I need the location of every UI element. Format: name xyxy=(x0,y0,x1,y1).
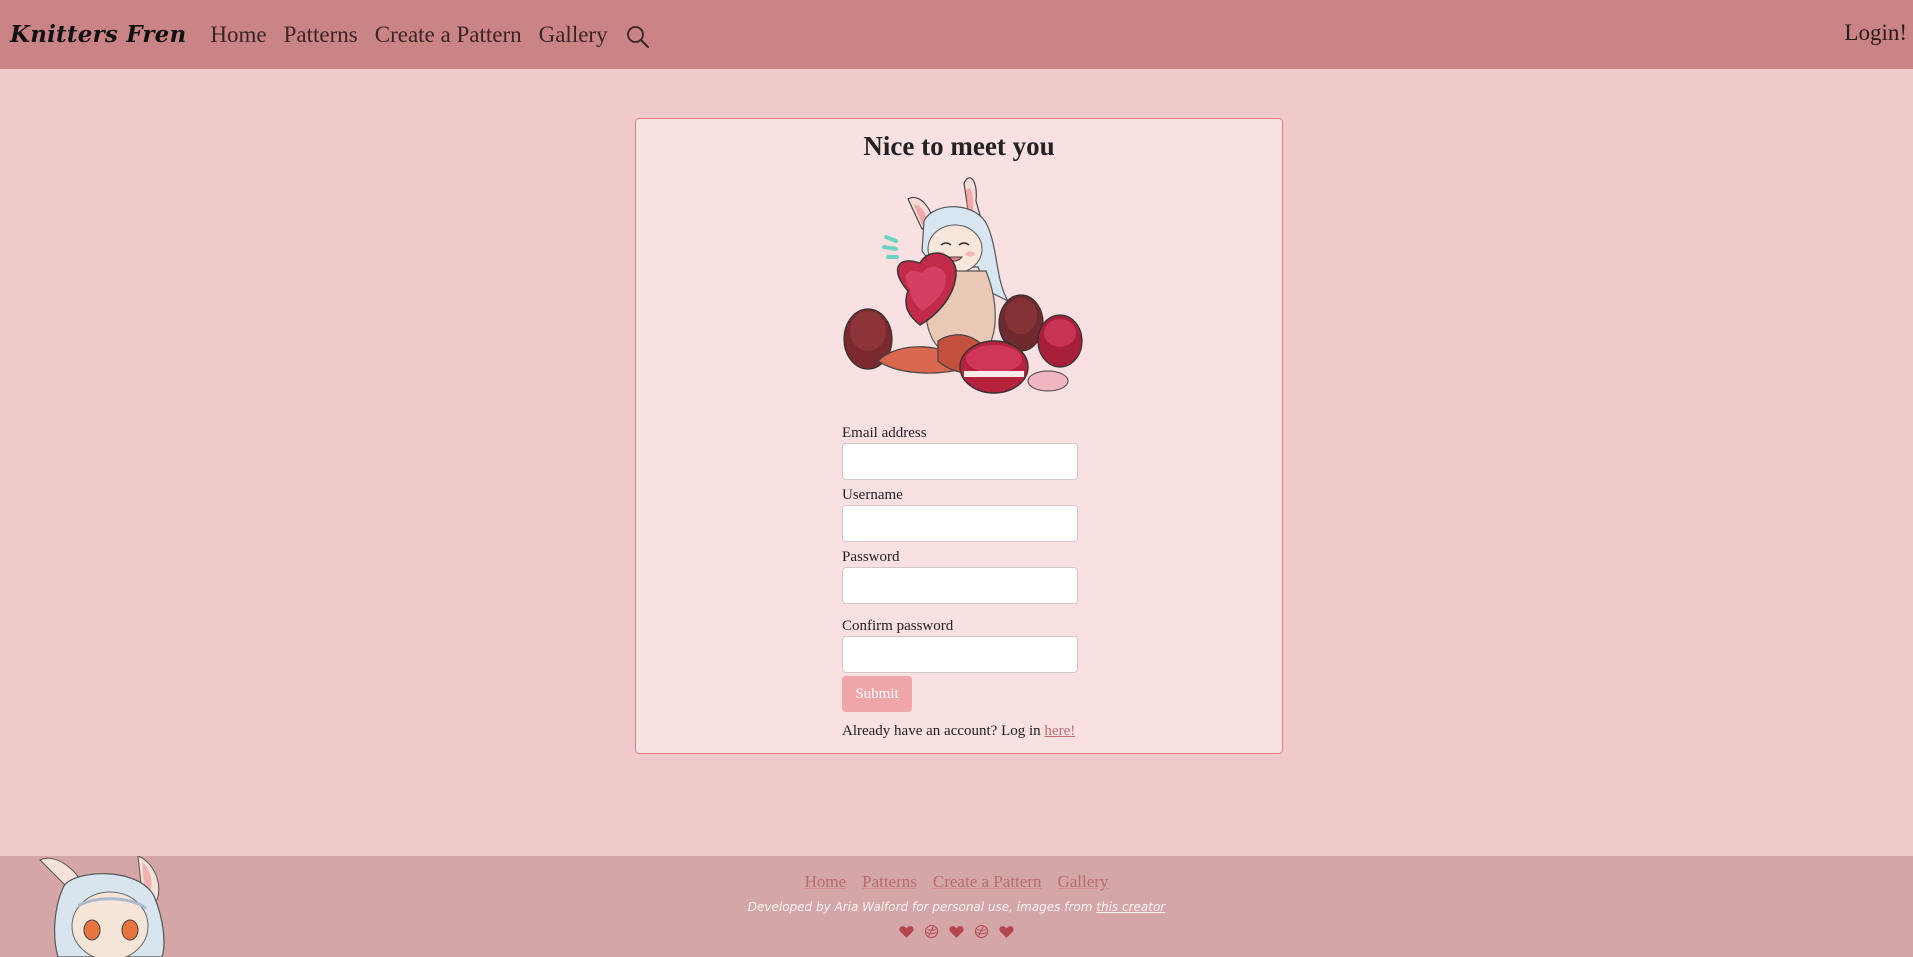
footer-links: Home Patterns Create a Pattern Gallery xyxy=(0,872,1913,892)
footer-create-pattern-link[interactable]: Create a Pattern xyxy=(933,872,1042,891)
email-field[interactable] xyxy=(842,443,1078,480)
login-here-link[interactable]: here! xyxy=(1044,723,1075,739)
nav-home-link[interactable]: Home xyxy=(210,22,266,48)
username-label: Username xyxy=(842,487,903,503)
bunny-girl-with-macarons-illustration xyxy=(843,177,1083,394)
nav-patterns-link[interactable]: Patterns xyxy=(284,22,358,48)
login-link[interactable]: Login! xyxy=(1844,20,1907,46)
nav-create-pattern-link[interactable]: Create a Pattern xyxy=(375,22,522,48)
email-label: Email address xyxy=(842,425,927,441)
nav-gallery-link[interactable]: Gallery xyxy=(539,22,608,48)
confirm-password-label: Confirm password xyxy=(842,618,954,634)
confirm-password-field[interactable] xyxy=(842,636,1078,673)
signup-form: Email address Username Password Confirm … xyxy=(842,423,1082,678)
password-label: Password xyxy=(842,549,900,565)
footer-credit: Developed by Aria Walford for personal u… xyxy=(0,900,1913,914)
heart-icon xyxy=(899,926,914,938)
top-navbar: Knitters Fren Home Patterns Create a Pat… xyxy=(0,0,1913,69)
footer: Home Patterns Create a Pattern Gallery D… xyxy=(0,856,1913,957)
footer-gallery-link[interactable]: Gallery xyxy=(1057,872,1108,891)
footer-icons xyxy=(0,923,1913,940)
creator-link[interactable]: this creator xyxy=(1096,900,1165,914)
yarn-icon xyxy=(924,924,939,939)
signup-card: Nice to meet you Email address Username … xyxy=(635,118,1283,754)
heart-icon xyxy=(949,926,964,938)
footer-patterns-link[interactable]: Patterns xyxy=(862,872,917,891)
username-field[interactable] xyxy=(842,505,1078,542)
login-prompt-text: Already have an account? Log in xyxy=(842,723,1041,739)
heart-icon xyxy=(999,926,1014,938)
search-icon[interactable] xyxy=(625,24,651,50)
brand-logo[interactable]: Knitters Fren xyxy=(10,21,186,48)
password-field[interactable] xyxy=(842,567,1078,604)
yarn-icon xyxy=(974,924,989,939)
footer-credit-text: Developed by Aria Walford for personal u… xyxy=(747,900,1093,914)
login-prompt: Already have an account? Log in here! xyxy=(842,723,1075,740)
signup-title: Nice to meet you xyxy=(863,131,1055,161)
submit-button[interactable]: Submit xyxy=(842,676,912,712)
footer-home-link[interactable]: Home xyxy=(805,872,847,891)
nav-links: Home Patterns Create a Pattern Gallery xyxy=(210,20,650,50)
